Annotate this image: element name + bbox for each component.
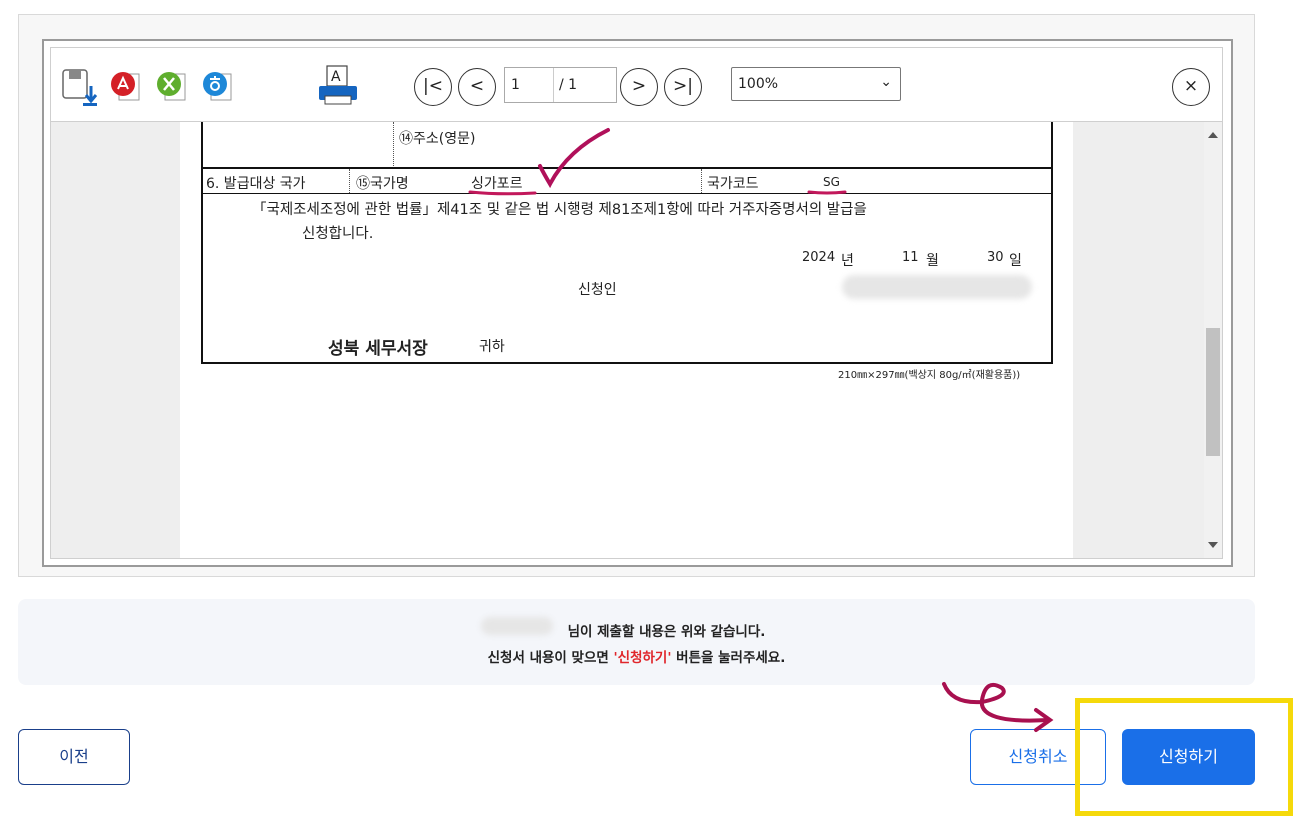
notice-apply-highlight: '신청하기' xyxy=(613,650,672,666)
next-page-button[interactable]: > xyxy=(620,68,658,106)
save-download-icon[interactable] xyxy=(61,68,98,106)
statement-line2: 신청합니다. xyxy=(302,226,374,242)
pdf-export-icon[interactable] xyxy=(109,68,143,102)
day-unit: 일 xyxy=(1009,253,1022,269)
report-viewer-frame: A |< < 1 / 1 > >| 100% ⌄ × ⑭주소(영문) 6. 발급… xyxy=(18,14,1255,577)
form-divider xyxy=(393,122,394,168)
country-code-label: 국가코드 xyxy=(707,176,759,192)
country-code-value: SG xyxy=(823,175,840,189)
year-value: 2024 xyxy=(802,250,836,265)
arrow-annotation-icon xyxy=(942,682,1054,732)
scroll-thumb[interactable] xyxy=(1206,328,1220,456)
first-page-button[interactable]: |< xyxy=(414,68,452,106)
day-value: 30 xyxy=(987,250,1004,265)
zoom-select[interactable]: 100% ⌄ xyxy=(731,67,901,101)
zoom-value: 100% xyxy=(738,76,779,92)
document-area: ⑭주소(영문) 6. 발급대상 국가 ⑮국가명 싱가포르 국가코드 SG 「국제… xyxy=(50,121,1223,559)
confirm-notice: 님이 제출할 내용은 위와 같습니다. 신청서 내용이 맞으면 '신청하기' 버… xyxy=(18,599,1255,685)
scroll-up-icon[interactable] xyxy=(1208,132,1218,138)
hwp-export-icon[interactable] xyxy=(201,68,235,102)
last-page-button[interactable]: >| xyxy=(664,68,702,106)
print-icon[interactable]: A xyxy=(317,64,361,108)
year-unit: 년 xyxy=(841,253,854,269)
notice-line1: 님이 제출할 내용은 위와 같습니다. xyxy=(567,624,766,640)
issue-country-label: 6. 발급대상 국가 xyxy=(206,176,306,192)
applicant-label: 신청인 xyxy=(578,282,617,298)
row-line xyxy=(201,193,1053,194)
checkmark-annotation-icon xyxy=(468,128,610,196)
page-field-divider xyxy=(553,68,554,102)
month-value: 11 xyxy=(902,250,919,265)
form-border-right xyxy=(1051,122,1053,364)
notice-line2-prefix: 신청서 내용이 맞으면 xyxy=(487,650,614,666)
form-divider xyxy=(349,169,350,193)
current-page: 1 xyxy=(511,77,520,93)
total-pages: / 1 xyxy=(559,77,578,93)
month-unit: 월 xyxy=(926,253,939,269)
form-border-left xyxy=(201,122,203,364)
highlight-box-annotation xyxy=(1075,698,1293,816)
prev-page-button[interactable]: < xyxy=(458,68,496,106)
notice-line2: 신청서 내용이 맞으면 '신청하기' 버튼을 눌러주세요. xyxy=(18,646,1255,666)
document-page: ⑭주소(영문) 6. 발급대상 국가 ⑮국가명 싱가포르 국가코드 SG 「국제… xyxy=(180,122,1073,558)
page-number-field[interactable]: 1 / 1 xyxy=(504,67,617,103)
form-divider xyxy=(701,169,702,193)
country-name-label: ⑮국가명 xyxy=(356,176,409,192)
row-line xyxy=(201,167,1053,169)
vertical-scrollbar[interactable] xyxy=(1204,122,1222,558)
underline-annotation-icon xyxy=(807,190,847,195)
addressee: 귀하 xyxy=(479,339,505,355)
tax-office: 성북 세무서장 xyxy=(328,339,428,359)
viewer-toolbar: A |< < 1 / 1 > >| 100% ⌄ × xyxy=(50,47,1223,121)
form-border-bottom xyxy=(201,362,1053,364)
redacted-applicant-name xyxy=(842,275,1032,299)
close-viewer-button[interactable]: × xyxy=(1172,68,1210,106)
prev-button[interactable]: 이전 xyxy=(18,729,130,785)
notice-line2-suffix: 버튼을 눌러주세요. xyxy=(671,650,786,666)
scroll-down-icon[interactable] xyxy=(1208,542,1218,548)
report-viewer: A |< < 1 / 1 > >| 100% ⌄ × ⑭주소(영문) 6. 발급… xyxy=(42,39,1233,567)
paper-note: 210㎜×297㎜(백상지 80g/㎡(재활용품)) xyxy=(838,370,1021,381)
excel-export-icon[interactable] xyxy=(155,68,189,102)
svg-text:A: A xyxy=(331,69,341,85)
chevron-down-icon: ⌄ xyxy=(880,74,892,90)
